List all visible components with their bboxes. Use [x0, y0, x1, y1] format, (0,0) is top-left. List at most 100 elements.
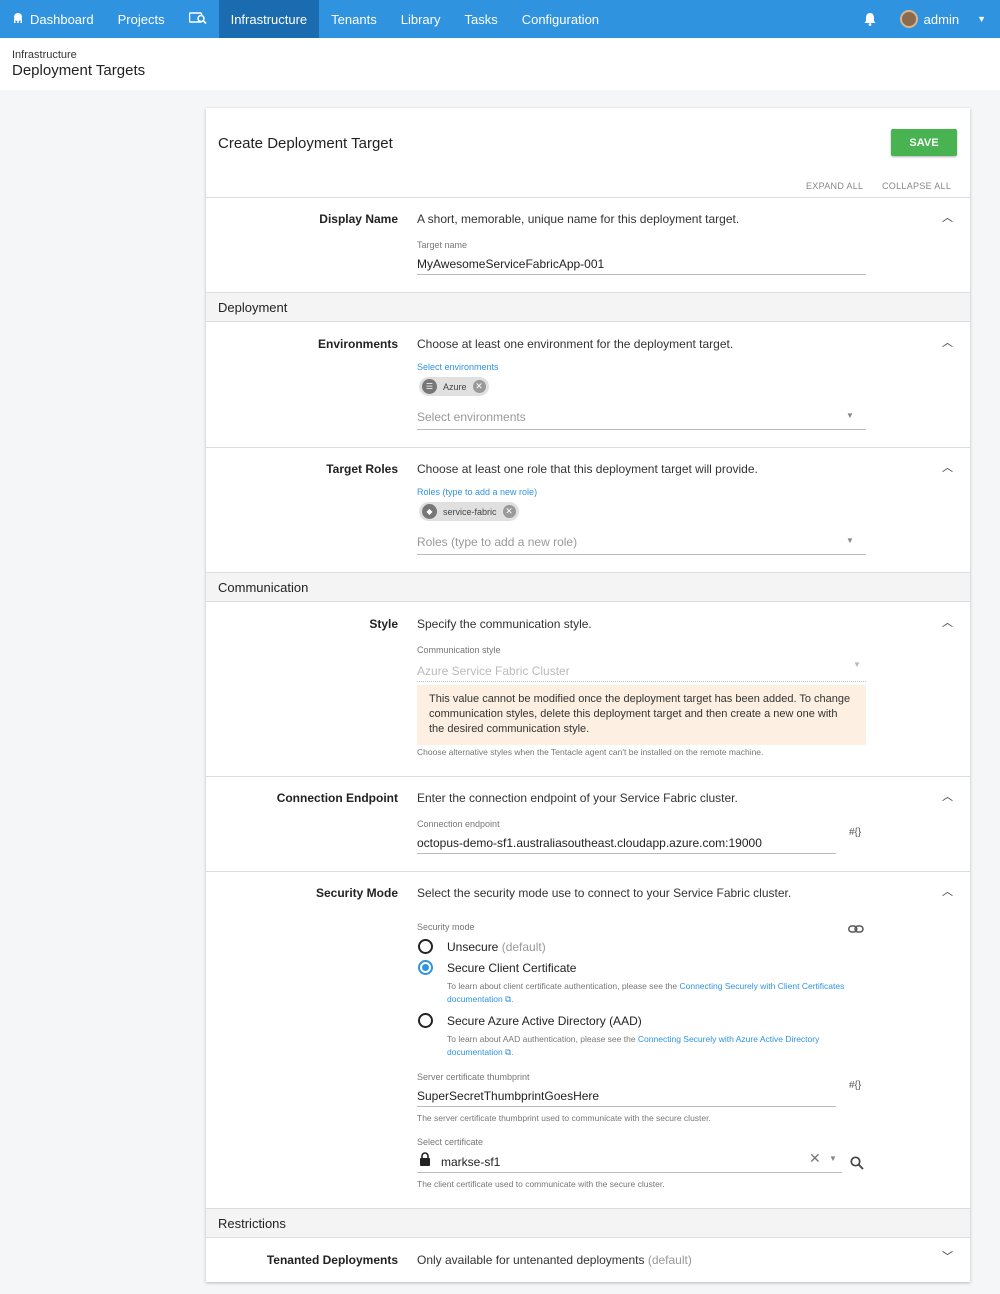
tag-icon: ◆ [422, 504, 437, 519]
create-target-card: Create Deployment Target SAVE EXPAND ALL… [206, 108, 970, 1282]
endpoint-input[interactable]: octopus-demo-sf1.australiasoutheast.clou… [417, 836, 762, 850]
aad-help: To learn about AAD authentication, pleas… [447, 1034, 820, 1057]
group-communication: Communication [206, 572, 970, 602]
nav-tenants[interactable]: Tenants [319, 0, 389, 38]
input-underline [417, 1172, 842, 1173]
chevron-up-icon[interactable]: ︿ [942, 883, 953, 899]
search-machines-icon [188, 11, 207, 27]
group-deployment: Deployment [206, 292, 970, 322]
nav-infrastructure[interactable]: Infrastructure [218, 0, 320, 38]
target-name-input[interactable]: MyAwesomeServiceFabricApp-001 [417, 257, 604, 271]
nav-configuration[interactable]: Configuration [510, 0, 611, 38]
radio-client-certificate[interactable] [418, 960, 433, 975]
chevron-down-icon[interactable]: ﹀ [942, 1248, 953, 1264]
environments-label: Environments [317, 337, 398, 351]
environments-input[interactable]: Select environments [417, 410, 526, 424]
octopus-icon [12, 12, 24, 27]
style-warning: This value cannot be modified once the d… [417, 685, 866, 745]
breadcrumb[interactable]: Infrastructure [12, 49, 77, 61]
avatar [899, 10, 918, 28]
user-name: admin [923, 11, 960, 27]
radio-unsecure-label[interactable]: Unsecure (default) [447, 940, 546, 954]
nav-library[interactable]: Library [389, 0, 453, 38]
input-underline [417, 429, 866, 430]
divider [206, 197, 970, 198]
divider [206, 776, 970, 777]
caret-down-icon: ▼ [977, 14, 986, 24]
dropdown-arrow-icon[interactable]: ▼ [846, 411, 854, 420]
style-desc: Specify the communication style. [417, 617, 592, 631]
lock-icon [419, 1152, 431, 1169]
remove-chip-icon[interactable]: ✕ [472, 380, 486, 393]
style-label: Style [369, 617, 398, 631]
client-certificate-help: To learn about client certificate authen… [447, 981, 845, 1004]
chevron-up-icon[interactable]: ︿ [942, 209, 953, 225]
security-desc: Select the security mode use to connect … [417, 886, 792, 900]
chevron-up-icon[interactable]: ︿ [942, 334, 953, 350]
certificate-select[interactable]: markse-sf1 [441, 1155, 500, 1169]
endpoint-desc: Enter the connection endpoint of your Se… [417, 791, 738, 805]
bell-icon[interactable] [856, 12, 884, 26]
dropdown-arrow-icon[interactable]: ▼ [829, 1154, 837, 1163]
radio-aad-label[interactable]: Secure Azure Active Directory (AAD) [447, 1014, 642, 1028]
roles-field-label: Roles (type to add a new role) [417, 487, 538, 497]
roles-desc: Choose at least one role that this deplo… [417, 462, 758, 476]
style-helper: Choose alternative styles when the Tenta… [417, 747, 764, 757]
external-link-icon: ⧉ [505, 994, 512, 1004]
collapse-all-button[interactable]: COLLAPSE ALL [882, 181, 951, 191]
save-button[interactable]: SAVE [891, 129, 957, 156]
list-icon: ☰ [422, 379, 437, 394]
divider [206, 447, 970, 448]
role-chip: ◆ service-fabric ✕ [419, 502, 519, 521]
radio-unsecure[interactable] [418, 939, 433, 954]
display-name-desc: A short, memorable, unique name for this… [417, 212, 740, 226]
radio-aad[interactable] [418, 1013, 433, 1028]
search-icon[interactable] [850, 1156, 864, 1173]
chevron-up-icon[interactable]: ︿ [942, 788, 953, 804]
display-name-label: Display Name [319, 212, 398, 226]
variable-binding-icon[interactable]: #{} [849, 1080, 861, 1091]
nav-right: admin ▼ [856, 0, 1000, 38]
thumbprint-input[interactable]: SuperSecretThumbprintGoesHere [417, 1089, 599, 1103]
chevron-up-icon[interactable]: ︿ [942, 614, 953, 630]
roles-input[interactable]: Roles (type to add a new role) [417, 535, 577, 549]
page-title: Deployment Targets [12, 62, 146, 79]
card-title: Create Deployment Target [218, 135, 393, 152]
group-restrictions: Restrictions [206, 1208, 970, 1238]
input-underline [417, 274, 866, 275]
input-underline [417, 681, 866, 682]
nav-dashboard[interactable]: Dashboard [0, 0, 106, 38]
endpoint-field-label: Connection endpoint [417, 819, 500, 829]
chevron-up-icon[interactable]: ︿ [942, 459, 953, 475]
nav-search-machines[interactable] [177, 0, 219, 38]
top-nav: Dashboard Projects Infrastructure Tenant… [0, 0, 1000, 38]
target-name-label: Target name [417, 240, 468, 250]
nav-projects[interactable]: Projects [106, 0, 177, 38]
radio-client-certificate-label[interactable]: Secure Client Certificate [447, 961, 576, 975]
clear-icon[interactable]: ✕ [809, 1150, 821, 1167]
environment-chip: ☰ Azure ✕ [419, 377, 489, 396]
communication-style-select: Azure Service Fabric Cluster [417, 664, 570, 678]
input-underline [417, 853, 836, 854]
tenanted-label: Tenanted Deployments [266, 1253, 398, 1267]
input-underline [417, 554, 866, 555]
security-label: Security Mode [315, 886, 398, 900]
communication-style-label: Communication style [417, 645, 501, 655]
environments-field-label: Select environments [417, 362, 499, 372]
thumbprint-helper: The server certificate thumbprint used t… [417, 1113, 711, 1123]
user-menu[interactable]: admin ▼ [899, 10, 1000, 28]
link-icon[interactable] [848, 924, 864, 937]
certificate-label: Select certificate [417, 1137, 484, 1147]
certificate-helper: The client certificate used to communica… [417, 1179, 665, 1189]
variable-binding-icon[interactable]: #{} [849, 827, 861, 838]
security-field-label: Security mode [417, 922, 475, 932]
thumbprint-label: Server certificate thumbprint [417, 1072, 530, 1082]
nav-tasks[interactable]: Tasks [452, 0, 509, 38]
external-link-icon: ⧉ [505, 1047, 512, 1057]
input-underline [417, 1106, 836, 1107]
roles-label: Target Roles [326, 462, 398, 476]
remove-chip-icon[interactable]: ✕ [502, 505, 516, 518]
dropdown-arrow-icon[interactable]: ▼ [846, 536, 854, 545]
endpoint-label: Connection Endpoint [276, 791, 398, 805]
expand-all-button[interactable]: EXPAND ALL [806, 181, 863, 191]
